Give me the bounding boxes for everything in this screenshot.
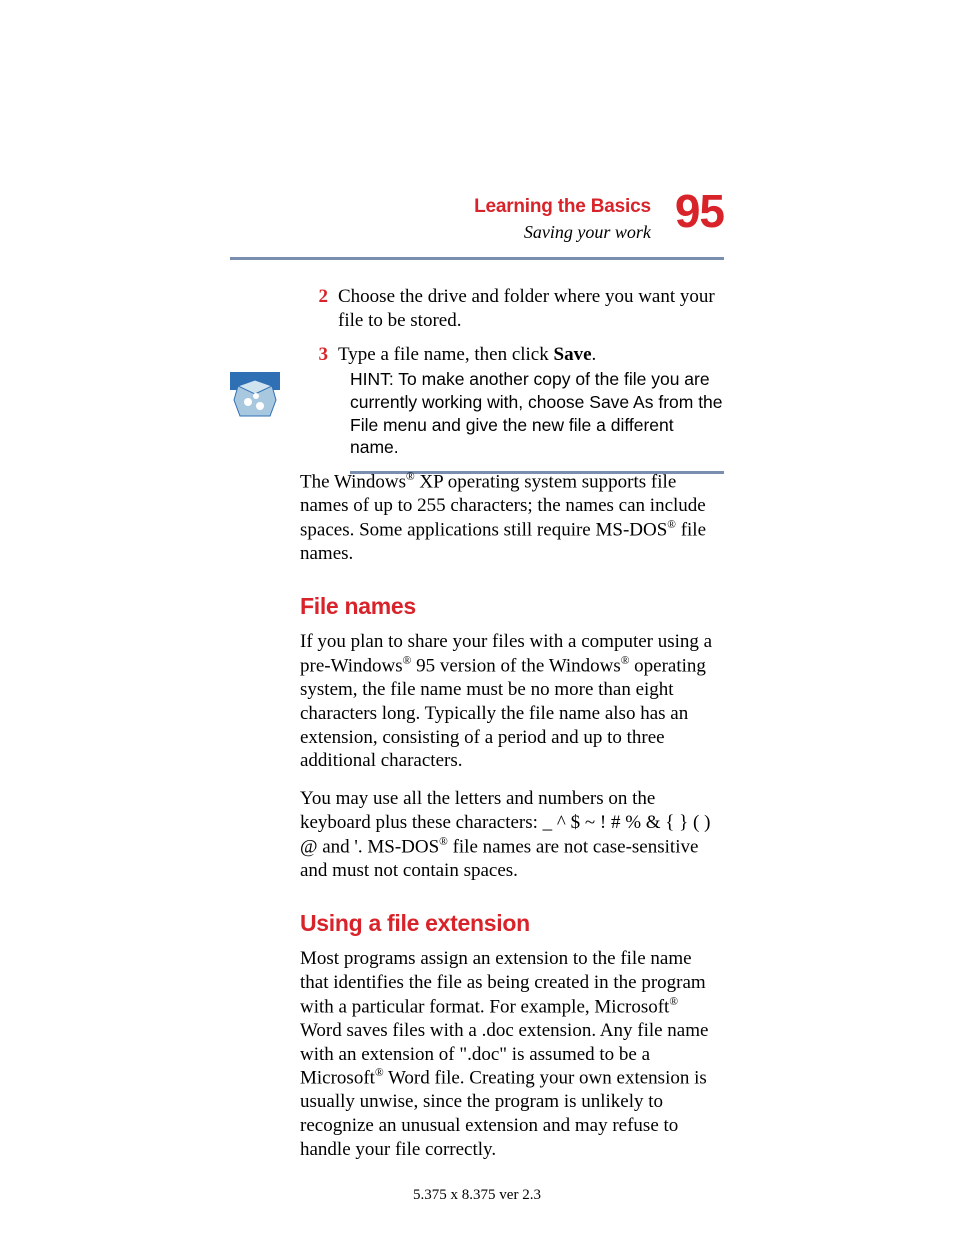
t: 95 version of the Windows bbox=[411, 655, 620, 676]
step-text: Type a file name, then click Save. bbox=[338, 343, 724, 367]
reg-mark: ® bbox=[403, 655, 412, 667]
para-extension: Most programs assign an extension to the… bbox=[300, 947, 724, 1161]
header-rule bbox=[230, 257, 724, 260]
page-number: 95 bbox=[675, 191, 724, 232]
section-title: Saving your work bbox=[474, 221, 651, 244]
chapter-title: Learning the Basics bbox=[474, 195, 651, 219]
reg-mark: ® bbox=[669, 996, 678, 1008]
reg-mark: ® bbox=[375, 1067, 384, 1079]
step-number: 2 bbox=[300, 285, 328, 309]
reg-mark: ® bbox=[439, 836, 448, 848]
step3-post: . bbox=[592, 344, 597, 365]
t: Most programs assign an extension to the… bbox=[300, 948, 706, 1017]
step3-pre: Type a file name, then click bbox=[338, 344, 554, 365]
step-number: 3 bbox=[300, 343, 328, 367]
footer-text: 5.375 x 8.375 ver 2.3 bbox=[0, 1186, 954, 1205]
page-header: Learning the Basics Saving your work 95 bbox=[230, 195, 724, 260]
step-2: 2 Choose the drive and folder where you … bbox=[300, 285, 724, 333]
hint-row: HINT: To make another copy of the file y… bbox=[230, 368, 724, 474]
header-row: Learning the Basics Saving your work 95 bbox=[230, 195, 724, 243]
step-text: Choose the drive and folder where you wa… bbox=[338, 285, 724, 333]
hint-icon bbox=[230, 372, 280, 422]
para-filenames-2: You may use all the letters and numbers … bbox=[300, 787, 724, 882]
para-filenames-1: If you plan to share your files with a c… bbox=[300, 630, 724, 773]
step3-bold: Save bbox=[554, 344, 592, 365]
header-text: Learning the Basics Saving your work bbox=[474, 195, 651, 243]
heading-file-extension: Using a file extension bbox=[300, 909, 724, 938]
step-3: 3 Type a file name, then click Save. bbox=[300, 343, 724, 367]
heading-file-names: File names bbox=[300, 592, 724, 621]
hint-block: HINT: To make another copy of the file y… bbox=[230, 368, 724, 474]
hint-text-wrap: HINT: To make another copy of the file y… bbox=[350, 368, 724, 474]
body-block: The Windows® XP operating system support… bbox=[300, 470, 724, 1176]
steps-block: 2 Choose the drive and folder where you … bbox=[300, 285, 724, 376]
para-windows-xp: The Windows® XP operating system support… bbox=[300, 470, 724, 566]
t: The Windows bbox=[300, 471, 406, 492]
reg-mark: ® bbox=[406, 471, 415, 483]
page: Learning the Basics Saving your work 95 … bbox=[0, 0, 954, 1235]
hint-text: HINT: To make another copy of the file y… bbox=[350, 368, 724, 459]
reg-mark: ® bbox=[667, 519, 676, 531]
